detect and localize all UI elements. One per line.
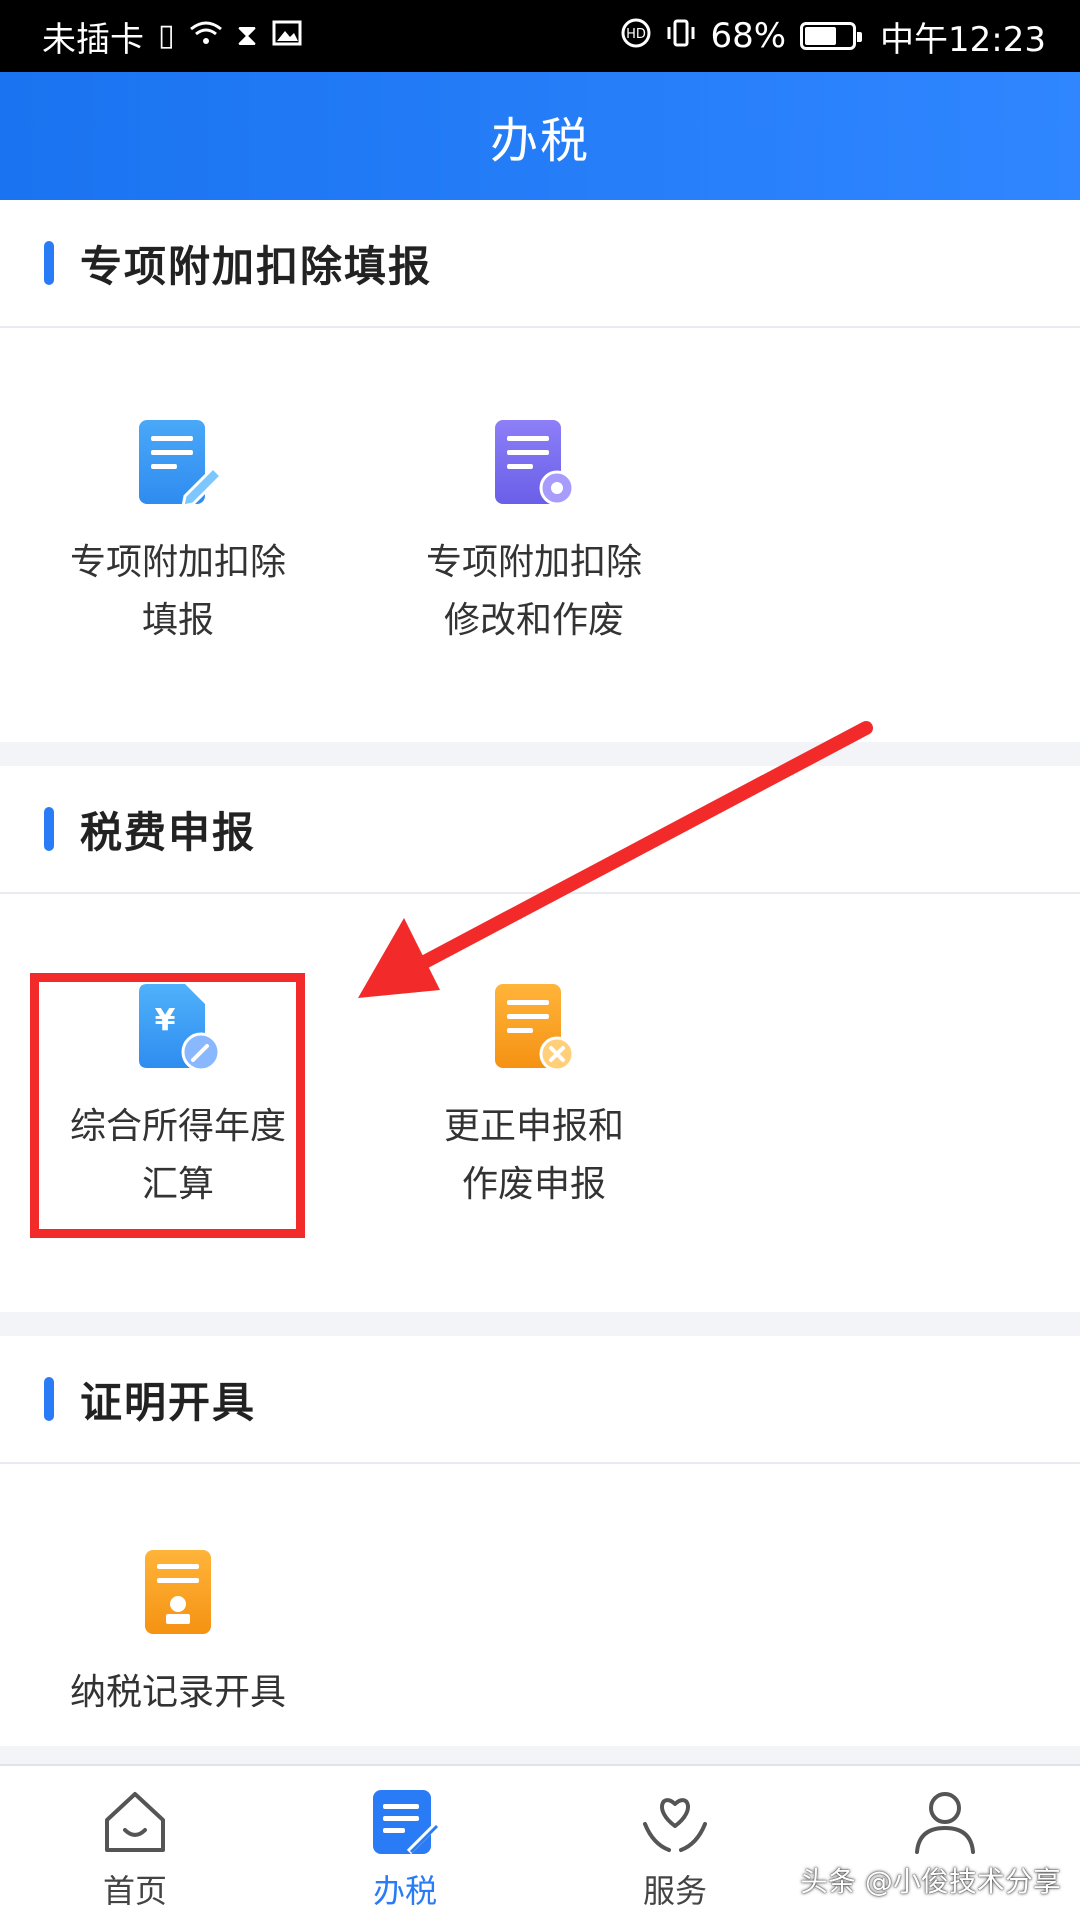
- app-header: 办税: [0, 72, 1080, 200]
- sim-alert-icon: ▯: [158, 18, 175, 53]
- tile-special-deduction-modify[interactable]: 专项附加扣除 修改和作废: [374, 418, 694, 650]
- tab-tax[interactable]: 办税: [270, 1766, 540, 1920]
- section-special-deduction: 专项附加扣除填报 专项附加扣除 填报 专项附加扣除 修改和作废: [0, 200, 1080, 742]
- document-edit-icon: [133, 418, 224, 508]
- section-title: 证明开具: [80, 1377, 257, 1427]
- section-header: 证明开具: [0, 1336, 1080, 1464]
- clock-time: 中午12:23: [880, 19, 1046, 60]
- section-header: 税费申报: [0, 766, 1080, 894]
- section-title: 税费申报: [80, 807, 257, 857]
- status-left: 未插卡 ▯ ⧗: [42, 12, 302, 61]
- section-title: 专项附加扣除填报: [80, 241, 433, 291]
- section-accent-bar: [44, 807, 54, 851]
- tab-home[interactable]: 首页: [0, 1766, 270, 1920]
- section-accent-bar: [44, 1377, 54, 1421]
- svg-text:HD: HD: [627, 27, 647, 42]
- hourglass-icon: ⧗: [236, 18, 258, 53]
- tile-label: 纳税记录开具: [69, 1672, 286, 1713]
- home-icon: [105, 1792, 165, 1852]
- tile-special-deduction-fill[interactable]: 专项附加扣除 填报: [18, 418, 338, 650]
- highlight-box: [30, 973, 305, 1238]
- section-certificate: 证明开具 纳税记录开具: [0, 1336, 1080, 1746]
- vibrate-icon: [666, 18, 696, 54]
- watermark-text: 头条 @小俊技术分享: [800, 1865, 1061, 1898]
- status-right: HD 68% 中午12:23: [620, 12, 1046, 61]
- section-accent-bar: [44, 241, 54, 285]
- document-stamp-icon: [133, 1548, 223, 1638]
- page-title: 办税: [489, 113, 590, 169]
- tab-service[interactable]: 服务: [540, 1766, 810, 1920]
- heart-hands-icon: [643, 1798, 707, 1852]
- tile-label: 更正申报和 作废申报: [443, 1106, 624, 1205]
- image-icon: [272, 19, 302, 53]
- tile-label: 专项附加扣除 填报: [69, 542, 286, 641]
- tile-tax-record[interactable]: 纳税记录开具: [18, 1548, 338, 1722]
- tab-label: 首页: [102, 1872, 167, 1910]
- battery-percent: 68%: [710, 16, 787, 56]
- tax-edit-icon: [373, 1790, 440, 1855]
- wifi-icon: [189, 19, 223, 53]
- section-header: 专项附加扣除填报: [0, 200, 1080, 328]
- tile-correct-void-filing[interactable]: 更正申报和 作废申报: [374, 982, 694, 1214]
- user-icon: [915, 1792, 975, 1854]
- tab-label: 办税: [372, 1872, 437, 1910]
- battery-level: [805, 27, 837, 45]
- hd-icon: HD: [620, 17, 652, 55]
- tile-label: 专项附加扣除 修改和作废: [425, 542, 642, 641]
- status-bar: 未插卡 ▯ ⧗ HD 68% 中午12:23: [0, 0, 1080, 72]
- document-gear-icon: [489, 418, 579, 508]
- carrier-text: 未插卡: [42, 19, 144, 60]
- tab-label: 服务: [642, 1872, 707, 1910]
- battery-icon: [800, 22, 863, 50]
- document-cancel-icon: [489, 982, 579, 1072]
